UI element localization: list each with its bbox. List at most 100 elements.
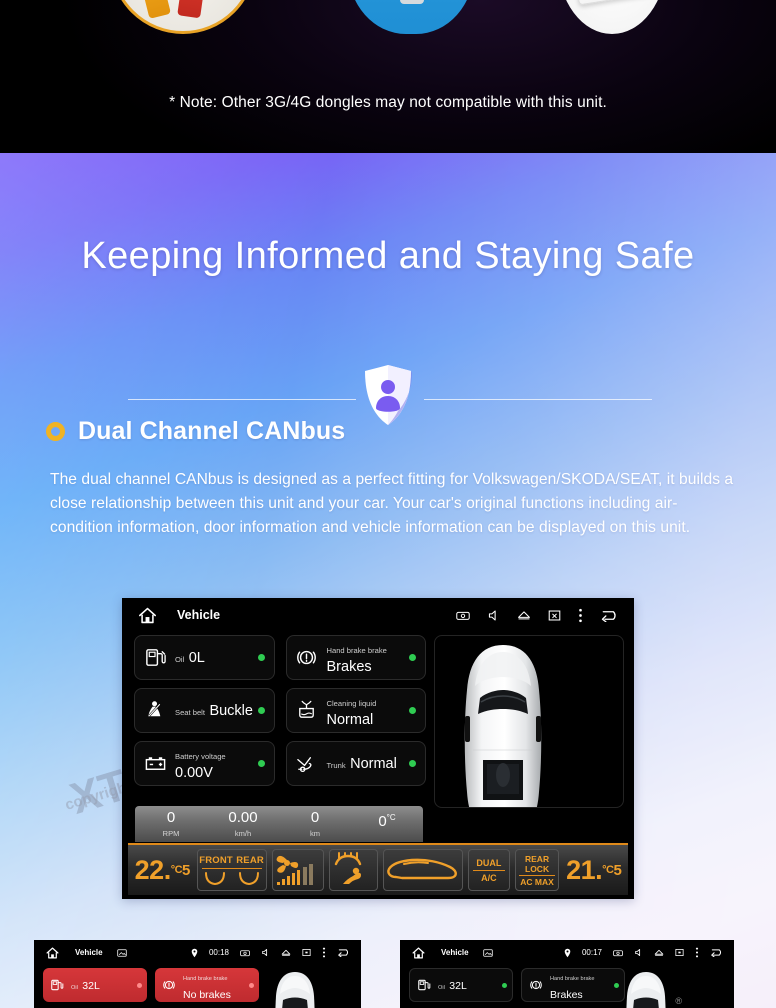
- thumbnail-status-icons: 00:18: [191, 947, 351, 958]
- thumb-card-label: Oil: [71, 985, 78, 991]
- volume-icon[interactable]: [487, 609, 500, 622]
- red-usb-icon: [177, 0, 208, 19]
- info-card-label: Hand brake brake: [326, 645, 387, 655]
- thumbnail-cards: Oil 32L Hand brake brake No brakes: [43, 968, 259, 1002]
- info-card-value: Normal: [350, 755, 397, 772]
- close-screen-icon[interactable]: [548, 609, 561, 622]
- info-card-value: 0L: [188, 649, 205, 666]
- volume-icon[interactable]: [261, 948, 270, 957]
- back-arrow-icon[interactable]: [600, 609, 620, 622]
- brake-warning-icon: [160, 976, 178, 994]
- status-badge: [409, 707, 416, 714]
- info-card-hand-brake[interactable]: Hand brake brake Brakes: [285, 635, 426, 680]
- overflow-menu-icon[interactable]: [322, 947, 326, 958]
- divider-line-right: [424, 399, 652, 400]
- picture-icon[interactable]: [482, 948, 493, 957]
- passenger-temperature-display[interactable]: 21. °C 5: [564, 849, 623, 891]
- thumbnail-warning-state[interactable]: Vehicle 00:18 Oil 32L Hand brake brake N…: [34, 940, 361, 1008]
- back-arrow-icon[interactable]: [710, 948, 724, 957]
- thumb-card-hand-brake[interactable]: Hand brake brake No brakes: [155, 968, 259, 1002]
- info-card-battery-voltage[interactable]: Battery voltage 0.00V: [134, 741, 275, 786]
- thumbnail-topbar: Vehicle 00:17: [400, 940, 734, 965]
- home-icon[interactable]: [46, 947, 59, 959]
- washer-fluid-icon: [294, 698, 320, 724]
- status-badge: [409, 760, 416, 767]
- thumbnail-title: Vehicle: [75, 948, 103, 957]
- status-badge: [257, 654, 265, 661]
- close-screen-icon[interactable]: [302, 948, 311, 957]
- stat-distance: 0 km: [279, 806, 351, 842]
- defrost-front-icon[interactable]: [203, 871, 227, 886]
- device-system-icons: [456, 608, 620, 623]
- overflow-menu-icon[interactable]: [695, 947, 699, 958]
- camera-icon[interactable]: [456, 610, 470, 621]
- info-card-text: Battery voltage 0.00V: [175, 746, 258, 782]
- info-card-text: Seat belt Buckle: [175, 702, 258, 720]
- section-body-text: The dual channel CANbus is designed as a…: [50, 471, 734, 537]
- info-card-oil[interactable]: Oil 0L: [134, 635, 275, 680]
- shield-lock-icon: [365, 365, 412, 425]
- volume-icon[interactable]: [634, 948, 643, 957]
- thumb-card-text: Hand brake brake No brakes: [183, 967, 249, 1003]
- close-screen-icon[interactable]: [675, 948, 684, 957]
- picture-icon[interactable]: [116, 948, 127, 957]
- banner-note: * Note: Other 3G/4G dongles may not comp…: [169, 94, 607, 111]
- temp-decimal: 5: [613, 861, 622, 879]
- defrost-controls[interactable]: FRONT REAR: [196, 849, 267, 891]
- white-card-icon: [573, 0, 651, 6]
- fan-speed-control[interactable]: [271, 849, 324, 891]
- home-icon[interactable]: [138, 607, 157, 624]
- page-title: Keeping Informed and Staying Safe: [81, 235, 695, 277]
- clock-label: 00:17: [581, 948, 602, 957]
- home-icon[interactable]: [412, 947, 425, 959]
- back-arrow-icon[interactable]: [337, 948, 351, 957]
- camera-icon[interactable]: [613, 949, 623, 957]
- stat-temperature: 0°C: [351, 806, 423, 842]
- registered-mark-icon: ®: [675, 996, 682, 1006]
- thumb-card-oil[interactable]: Oil 32L: [43, 968, 147, 1002]
- camera-icon[interactable]: [240, 949, 250, 957]
- eject-icon[interactable]: [517, 610, 531, 620]
- thumb-card-value: Brakes: [550, 989, 583, 1001]
- seatbelt-icon: [142, 698, 168, 724]
- fuel-pump-icon: [415, 976, 433, 994]
- defrost-rear-icon[interactable]: [237, 871, 261, 886]
- rear-lock-label: REAR LOCK: [519, 854, 555, 876]
- info-card-trunk[interactable]: Trunk Normal: [285, 741, 426, 786]
- temp-whole: 22.: [134, 854, 172, 885]
- fan-speed-icon: [276, 855, 313, 885]
- thumb-card-value: 32L: [449, 980, 467, 992]
- seat-heater-control[interactable]: [328, 849, 379, 891]
- thumb-card-label: Oil: [438, 985, 445, 991]
- fuel-pump-icon: [142, 645, 168, 671]
- overflow-menu-icon[interactable]: [578, 608, 583, 623]
- info-card-text: Hand brake brake Brakes: [327, 640, 410, 676]
- info-card-cleaning-liquid[interactable]: Cleaning liquid Normal: [285, 688, 426, 733]
- eject-icon[interactable]: [281, 949, 291, 956]
- eject-icon[interactable]: [654, 949, 664, 956]
- status-badge: [249, 982, 254, 988]
- divider-line-left: [128, 399, 356, 400]
- air-recirculation-control[interactable]: [383, 849, 464, 891]
- thumb-card-value: 32L: [82, 980, 100, 992]
- stat-value: 0°C: [378, 813, 396, 830]
- driver-temperature-display[interactable]: 22. °C 5: [133, 849, 192, 891]
- thumb-card-value: No brakes: [183, 989, 231, 1001]
- dual-ac-control[interactable]: DUAL A/C: [468, 849, 510, 891]
- status-badge: [257, 760, 265, 767]
- rear-lock-acmax-control[interactable]: REAR LOCK AC MAX: [514, 849, 560, 891]
- car-view-panel[interactable]: [434, 635, 624, 808]
- thumb-card-text: Oil 32L: [438, 976, 502, 994]
- thumb-card-oil[interactable]: Oil 32L: [409, 968, 513, 1002]
- temp-decimal: 5: [182, 861, 190, 879]
- defrost-divider: [201, 867, 262, 869]
- thumbnail-normal-state[interactable]: Vehicle 00:17 Oil 32L Hand brake brake B…: [400, 940, 734, 1008]
- ac-label: A/C: [481, 872, 497, 883]
- defrost-front-label: FRONT: [199, 854, 233, 866]
- info-card-seat-belt[interactable]: Seat belt Buckle: [134, 688, 275, 733]
- info-card-value: 0.00V: [175, 764, 213, 781]
- divider: [0, 351, 776, 425]
- wifi-dongle-photo: [348, 0, 474, 34]
- car-top-view-icon: [464, 645, 542, 807]
- thumb-card-hand-brake[interactable]: Hand brake brake Brakes: [521, 968, 625, 1002]
